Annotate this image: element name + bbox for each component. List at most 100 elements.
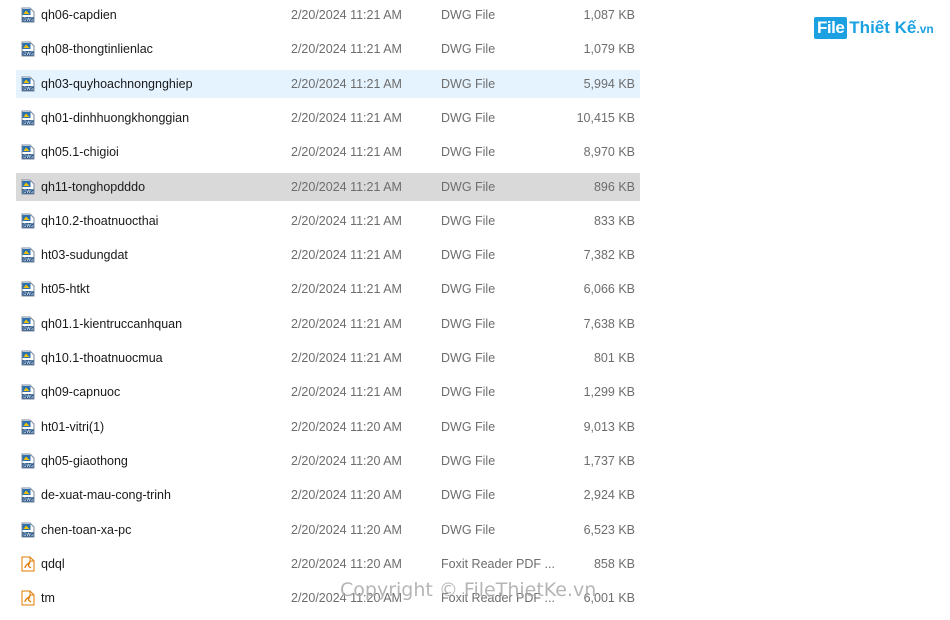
file-date-modified: 2/20/2024 11:21 AM [291, 248, 402, 263]
file-size: 7,638 KB [583, 316, 635, 331]
file-row[interactable]: DWG qh01.1-kientruccanhquan 2/20/2024 11:2… [16, 310, 640, 338]
file-date-modified: 2/20/2024 11:21 AM [291, 385, 402, 400]
file-type: DWG File [441, 522, 496, 537]
file-date-modified: 2/20/2024 11:20 AM [291, 419, 402, 434]
file-row[interactable]: DWG chen-toan-xa-pc 2/20/2024 11:20 AM DWG … [16, 516, 640, 544]
file-size: 10,415 KB [576, 110, 635, 125]
file-name: qh06-capdien [41, 8, 117, 22]
file-size: 7,382 KB [583, 248, 635, 263]
file-name: qh01.1-kientruccanhquan [41, 316, 183, 331]
svg-text:DWG: DWG [23, 86, 33, 91]
file-row[interactable]: DWG qh10.1-thoatnuocmua 2/20/2024 11:21 AM… [16, 344, 640, 372]
file-row[interactable]: qdql 2/20/2024 11:20 AM Foxit Reader PDF .… [16, 550, 640, 578]
file-size: 6,066 KB [583, 282, 635, 297]
file-row[interactable]: DWG ht01-vitri(1) 2/20/2024 11:20 AM DWG Fi… [16, 413, 640, 441]
file-date-modified: 2/20/2024 11:21 AM [291, 8, 402, 22]
svg-text:DWG: DWG [23, 257, 33, 262]
file-name: qh11-tonghopdddo [41, 179, 146, 194]
file-date-modified: 2/20/2024 11:21 AM [291, 145, 402, 160]
pdf-file-icon [21, 556, 35, 572]
svg-text:DWG: DWG [23, 120, 33, 125]
file-size: 896 KB [593, 179, 635, 194]
file-type: DWG File [441, 145, 496, 160]
svg-text:DWG: DWG [23, 291, 33, 296]
file-size: 1,299 KB [583, 385, 635, 400]
file-size: 1,079 KB [583, 42, 635, 57]
file-size: 8,970 KB [583, 145, 635, 160]
file-row[interactable]: DWG qh10.2-thoatnuocthai 2/20/2024 11:21 A… [16, 207, 640, 235]
file-row[interactable]: DWG qh09-capnuoc 2/20/2024 11:21 AM DWG Fil… [16, 378, 640, 406]
dwg-file-icon: DWG [21, 247, 35, 263]
dwg-file-icon: DWG [21, 110, 35, 126]
logo-text: Thiết Kế.vn [849, 18, 933, 38]
svg-text:DWG: DWG [23, 154, 33, 159]
file-size: 2,924 KB [583, 488, 635, 503]
file-size: 1,737 KB [583, 453, 635, 468]
dwg-file-icon: DWG [21, 213, 35, 229]
dwg-file-icon: DWG [21, 281, 35, 297]
file-row[interactable]: DWG qh05.1-chigioi 2/20/2024 11:21 AM DWG F… [16, 138, 640, 166]
pdf-file-icon [21, 590, 35, 606]
file-size: 833 KB [593, 213, 635, 228]
file-date-modified: 2/20/2024 11:21 AM [291, 76, 402, 91]
file-type: DWG File [441, 282, 496, 297]
file-date-modified: 2/20/2024 11:21 AM [291, 179, 402, 194]
file-type: DWG File [441, 179, 496, 194]
svg-text:DWG: DWG [23, 394, 33, 399]
file-date-modified: 2/20/2024 11:20 AM [291, 488, 402, 503]
file-row[interactable]: DWG qh05-giaothong 2/20/2024 11:20 AM DWG F… [16, 447, 640, 475]
dwg-file-icon: DWG [21, 144, 35, 160]
file-date-modified: 2/20/2024 11:21 AM [291, 42, 402, 57]
file-size: 5,994 KB [583, 76, 635, 91]
file-size: 801 KB [593, 351, 635, 365]
file-size: 858 KB [593, 556, 635, 571]
file-row[interactable]: DWG de-xuat-mau-cong-trinh 2/20/2024 11:20… [16, 481, 640, 509]
svg-text:DWG: DWG [23, 429, 33, 434]
svg-text:DWG: DWG [23, 51, 33, 56]
file-name: qh09-capnuoc [41, 385, 121, 400]
file-type: Foxit Reader PDF ... [441, 556, 555, 571]
file-name: qh05.1-chigioi [41, 145, 119, 160]
file-name: qdql [41, 556, 65, 571]
file-name: qh05-giaothong [41, 453, 128, 468]
svg-text:DWG: DWG [23, 532, 33, 537]
file-date-modified: 2/20/2024 11:21 AM [291, 213, 402, 228]
dwg-file-icon: DWG [21, 41, 35, 57]
file-row[interactable]: DWG ht03-sudungdat 2/20/2024 11:21 AM DWG F… [16, 241, 640, 269]
dwg-file-icon: DWG [21, 487, 35, 503]
file-name: ht05-htkt [41, 282, 90, 297]
file-name: ht03-sudungdat [41, 248, 128, 263]
file-name: ht01-vitri(1) [41, 419, 105, 434]
dwg-file-icon: DWG [21, 316, 35, 332]
file-row[interactable]: DWG qh03-quyhoachnongnghiep 2/20/2024 11:2… [16, 69, 640, 98]
file-row[interactable]: DWG qh01-dinhhuongkhonggian 2/20/2024 11:2… [16, 104, 640, 132]
svg-text:DWG: DWG [23, 360, 33, 365]
file-date-modified: 2/20/2024 11:20 AM [291, 556, 402, 571]
file-date-modified: 2/20/2024 11:20 AM [291, 453, 402, 468]
file-row[interactable]: DWG ht05-htkt 2/20/2024 11:21 AM DWG File 6,… [16, 275, 640, 303]
file-type: DWG File [441, 110, 496, 125]
file-type: DWG File [441, 76, 496, 91]
file-size: 6,523 KB [583, 522, 635, 537]
file-type: DWG File [441, 248, 496, 263]
file-name: qh10.2-thoatnuocthai [41, 213, 159, 228]
logo-rest: Thiết Kế [849, 18, 917, 37]
file-type: DWG File [441, 213, 496, 228]
dwg-file-icon: DWG [21, 384, 35, 400]
dwg-file-icon: DWG [21, 7, 35, 23]
file-date-modified: 2/20/2024 11:21 AM [291, 282, 402, 297]
file-name: qh10.1-thoatnuocmua [41, 351, 163, 365]
file-name: qh01-dinhhuongkhonggian [41, 110, 190, 125]
file-row[interactable]: DWG qh06-capdien 2/20/2024 11:21 AM DWG Fil… [16, 1, 640, 29]
dwg-file-icon: DWG [21, 76, 35, 92]
logo-prefix: File [814, 17, 848, 39]
file-type: DWG File [441, 385, 496, 400]
file-row[interactable]: DWG qh08-thongtinlienlac 2/20/2024 11:21 A… [16, 35, 640, 63]
file-row[interactable]: DWG qh11-tonghopdddo 2/20/2024 11:21 AM DWG… [16, 172, 640, 201]
logo-suffix: .vn [916, 22, 934, 36]
file-type: DWG File [441, 8, 496, 22]
file-date-modified: 2/20/2024 11:21 AM [291, 110, 402, 125]
svg-text:DWG: DWG [23, 497, 33, 502]
dwg-file-icon: DWG [21, 179, 35, 195]
svg-text:DWG: DWG [23, 326, 33, 331]
